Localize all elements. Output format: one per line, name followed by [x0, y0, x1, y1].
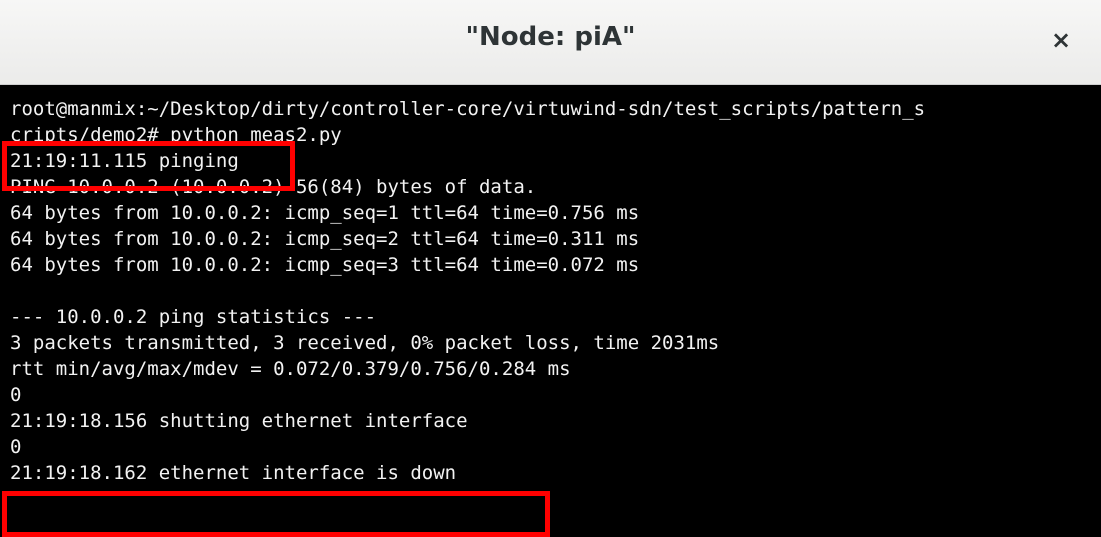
title-bar[interactable]: "Node: piA" ×: [0, 0, 1101, 85]
terminal-line: 3 packets transmitted, 3 received, 0% pa…: [10, 332, 720, 354]
terminal-line: --- 10.0.0.2 ping statistics ---: [10, 306, 377, 328]
terminal-line: root@manmix:~/Desktop/dirty/controller-c…: [10, 98, 926, 120]
terminal-line: 64 bytes from 10.0.0.2: icmp_seq=2 ttl=6…: [10, 228, 640, 250]
close-button[interactable]: ×: [1045, 24, 1077, 56]
terminal-line: 64 bytes from 10.0.0.2: icmp_seq=1 ttl=6…: [10, 202, 640, 224]
highlight-box-interface-down: [2, 491, 550, 537]
terminal-window: "Node: piA" × root@manmix:~/Desktop/dirt…: [0, 0, 1101, 537]
terminal-line: 21:19:18.156 shutting ethernet interface: [10, 410, 468, 432]
terminal-line: 0: [10, 436, 22, 458]
terminal-line: 0: [10, 384, 22, 406]
window-title: "Node: piA": [465, 22, 636, 52]
terminal-line: rtt min/avg/max/mdev = 0.072/0.379/0.756…: [10, 358, 571, 380]
highlight-box-pinging: [2, 141, 295, 191]
terminal-line: 64 bytes from 10.0.0.2: icmp_seq=3 ttl=6…: [10, 254, 640, 276]
terminal-line: 21:19:18.162 ethernet interface is down: [10, 462, 457, 484]
